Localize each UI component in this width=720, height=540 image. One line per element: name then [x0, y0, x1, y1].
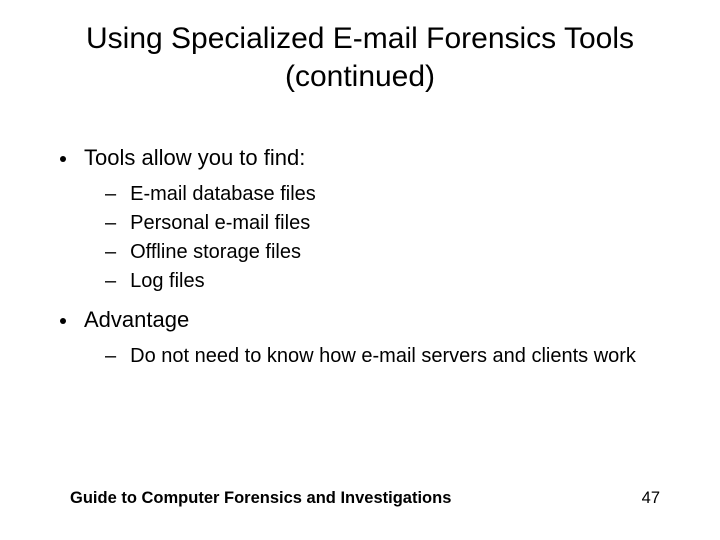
sub-bullet: – Do not need to know how e-mail servers…	[105, 345, 680, 368]
dash-icon: –	[105, 345, 116, 368]
dash-icon: –	[105, 212, 116, 235]
footer-title: Guide to Computer Forensics and Investig…	[70, 489, 451, 508]
bullet-advantage: Advantage	[60, 307, 680, 333]
sub-bullet-text: Log files	[130, 270, 205, 293]
slide-footer: Guide to Computer Forensics and Investig…	[70, 489, 660, 508]
page-number: 47	[642, 489, 660, 508]
sub-bullet: – Offline storage files	[105, 241, 680, 264]
sub-bullet-text: E-mail database files	[130, 183, 316, 206]
bullet-text: Advantage	[84, 307, 189, 333]
slide: Using Specialized E-mail Forensics Tools…	[0, 0, 720, 540]
dash-icon: –	[105, 270, 116, 293]
sub-bullet-text: Personal e-mail files	[130, 212, 310, 235]
sub-bullet-text: Offline storage files	[130, 241, 301, 264]
bullet-text: Tools allow you to find:	[84, 145, 305, 171]
dash-icon: –	[105, 241, 116, 264]
dash-icon: –	[105, 183, 116, 206]
sub-bullet: – Log files	[105, 270, 680, 293]
bullet-dot-icon	[60, 318, 66, 324]
sub-bullet: – Personal e-mail files	[105, 212, 680, 235]
sub-bullet: – E-mail database files	[105, 183, 680, 206]
bullet-tools: Tools allow you to find:	[60, 145, 680, 171]
slide-title: Using Specialized E-mail Forensics Tools…	[40, 20, 680, 95]
bullet-dot-icon	[60, 156, 66, 162]
sub-bullet-text: Do not need to know how e-mail servers a…	[130, 345, 636, 368]
sub-bullet-group-1: – E-mail database files – Personal e-mai…	[40, 183, 680, 293]
